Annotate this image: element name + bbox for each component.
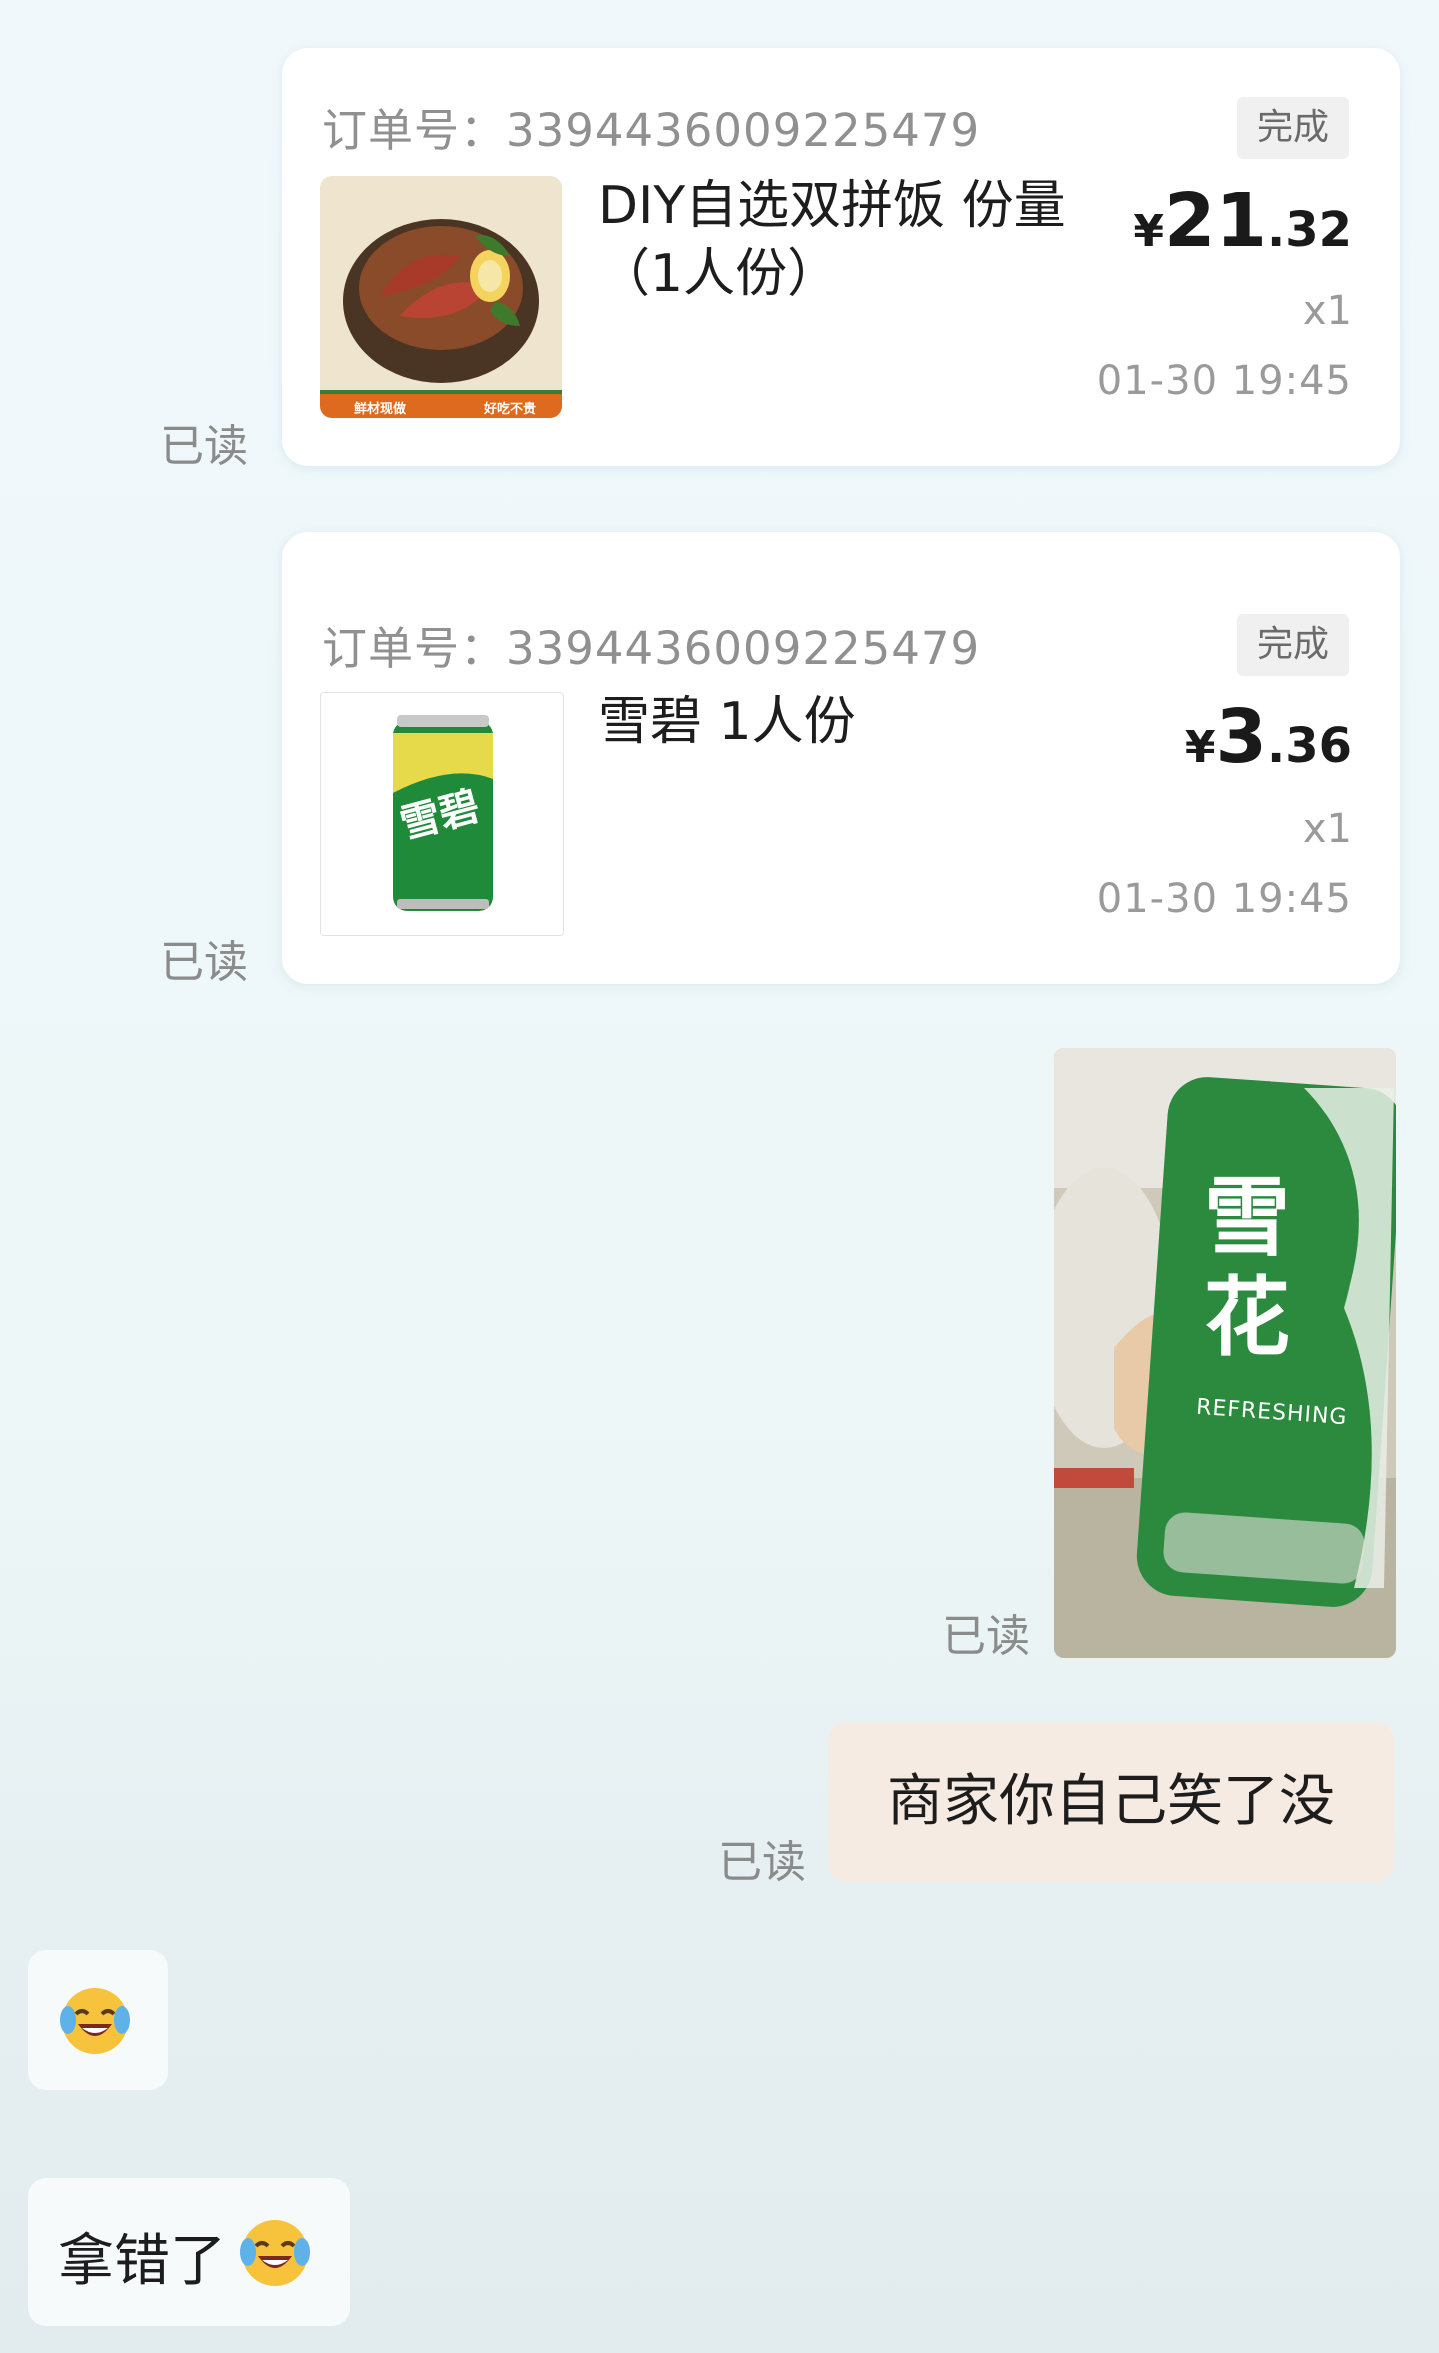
laughing-crying-emoji-icon (240, 2220, 310, 2286)
received-emoji-bubble[interactable] (28, 1950, 168, 2090)
thumb-banner-left: 鲜材现做 (354, 402, 407, 417)
price-block: ¥3.36 (1185, 694, 1352, 780)
laughing-crying-emoji-icon (60, 1988, 130, 2054)
order-card-1[interactable]: 订单号：3394436009225479 完成 鲜材现做 好吃不贵 DIY自选双… (282, 48, 1400, 466)
sent-text: 商家你自己笑了没 (887, 1769, 1335, 1834)
photo-can-text: 雪花 (1204, 1168, 1290, 1368)
order-number-line: 订单号：3394436009225479 (322, 612, 980, 677)
price-symbol: ¥ (1133, 206, 1164, 257)
status-badge: 完成 (1237, 614, 1349, 676)
product-name: 雪碧 1人份 (598, 692, 856, 752)
order-card-2[interactable]: 订单号：3394436009225479 完成 雪碧 雪碧 1人份 ¥3.36 … (282, 532, 1400, 984)
order-number-line: 订单号：3394436009225479 (322, 94, 980, 159)
price-integer: 3 (1215, 694, 1267, 780)
photo-message[interactable]: 雪花 REFRESHING (1054, 1048, 1396, 1658)
quantity: x1 (1302, 806, 1352, 852)
order-number-value: 3394436009225479 (506, 104, 981, 157)
read-receipt: 已读 (718, 1837, 806, 1888)
price-decimal: .32 (1266, 202, 1352, 258)
quantity: x1 (1302, 288, 1352, 334)
product-thumbnail-sprite[interactable]: 雪碧 (320, 692, 564, 936)
read-receipt: 已读 (160, 421, 248, 472)
order-time: 01-30 19:45 (1096, 876, 1352, 922)
price-decimal: .36 (1266, 718, 1352, 774)
rice-bowl-image (320, 176, 562, 418)
read-receipt: 已读 (942, 1611, 1030, 1662)
sent-text-bubble[interactable]: 商家你自己笑了没 (828, 1722, 1394, 1882)
order-number-label: 订单号： (322, 622, 507, 675)
order-number-value: 3394436009225479 (506, 622, 981, 675)
product-name: DIY自选双拼饭 份量（1人份） (598, 176, 1066, 304)
order-time: 01-30 19:45 (1096, 358, 1352, 404)
price-integer: 21 (1163, 178, 1267, 264)
read-receipt: 已读 (160, 937, 248, 988)
received-text: 拿错了 (58, 2229, 226, 2294)
price-symbol: ¥ (1184, 722, 1216, 773)
price-block: ¥21.32 (1133, 178, 1352, 264)
product-thumbnail-rice[interactable]: 鲜材现做 好吃不贵 (320, 176, 562, 418)
thumb-banner-right: 好吃不贵 (484, 402, 537, 417)
order-number-label: 订单号： (322, 104, 507, 157)
status-badge: 完成 (1237, 97, 1349, 159)
received-text-bubble[interactable]: 拿错了 (28, 2178, 350, 2326)
